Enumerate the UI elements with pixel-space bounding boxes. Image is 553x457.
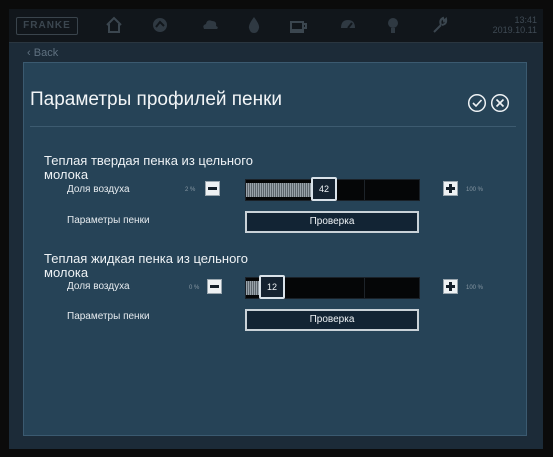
profile-1-title-line1: Теплая твердая пенка из цельного: [44, 153, 253, 168]
dialog-panel: [23, 62, 527, 436]
machine-screen: FRANKE 13:41 2019.10.11 ‹ Back Параметры…: [9, 9, 543, 449]
profile-2-air-label: Доля воздуха: [67, 281, 130, 292]
clock-date: 2019.10.11: [492, 25, 537, 35]
profile-1-air-label: Доля воздуха: [67, 184, 130, 195]
slider-divider: [364, 180, 365, 200]
title-divider: [30, 126, 516, 127]
profile-2-check-button[interactable]: Проверка: [245, 309, 419, 331]
profile-2-max-label: 100 %: [466, 285, 484, 291]
profile-1-min-label: 2 %: [185, 187, 196, 193]
profile-2-title-line1: Теплая жидкая пенка из цельного: [44, 251, 248, 266]
profile-1-decrease-button[interactable]: [205, 181, 220, 196]
profile-1-title: Теплая твердая пенка из цельного молока: [44, 154, 284, 182]
top-bar: FRANKE 13:41 2019.10.11: [9, 9, 543, 43]
profile-1-increase-button[interactable]: [443, 181, 458, 196]
stat-icon[interactable]: [149, 13, 171, 37]
profile-2-air-slider[interactable]: 12: [245, 275, 420, 299]
profile-2-increase-button[interactable]: [443, 279, 458, 294]
brand-logo: FRANKE: [16, 17, 78, 35]
clock-time: 13:41: [514, 15, 537, 25]
profile-1-air-slider[interactable]: 42: [245, 177, 420, 201]
profile-2-slider-fill: [246, 281, 259, 295]
profile-2-foam-settings-label: Параметры пенки: [67, 311, 150, 322]
back-link[interactable]: ‹ Back: [27, 47, 58, 59]
chevron-left-icon: ‹: [27, 47, 31, 59]
page-title: Параметры профилей пенки: [30, 89, 283, 110]
profile-1-max-label: 100 %: [466, 187, 484, 193]
drop-icon[interactable]: [243, 13, 265, 37]
bulb-icon[interactable]: [382, 13, 404, 37]
profile-1-slider-handle[interactable]: 42: [311, 177, 337, 201]
minus-icon: [210, 285, 219, 288]
profile-1-foam-settings-label: Параметры пенки: [67, 215, 150, 226]
profile-1-check-button[interactable]: Проверка: [245, 211, 419, 233]
plus-icon-vertical: [449, 184, 452, 193]
clock: 13:41 2019.10.11: [493, 15, 537, 35]
profile-2-title: Теплая жидкая пенка из цельного молока: [44, 252, 284, 280]
profile-2-slider-handle[interactable]: 12: [259, 275, 285, 299]
profile-2-decrease-button[interactable]: [207, 279, 222, 294]
profile-2-min-label: 0 %: [189, 285, 200, 291]
back-label: Back: [33, 47, 59, 59]
gauge-icon[interactable]: [337, 13, 359, 37]
plus-icon-vertical: [449, 282, 452, 291]
profile-1-slider-fill: [246, 183, 311, 197]
wrench-icon[interactable]: [428, 13, 450, 37]
slider-divider: [364, 278, 365, 298]
home-icon[interactable]: [103, 13, 125, 37]
minus-icon: [208, 187, 217, 190]
close-circle-icon[interactable]: [490, 93, 510, 113]
check-circle-icon[interactable]: [467, 93, 487, 113]
cup-icon[interactable]: [287, 13, 309, 37]
cloud-icon[interactable]: [199, 13, 221, 37]
